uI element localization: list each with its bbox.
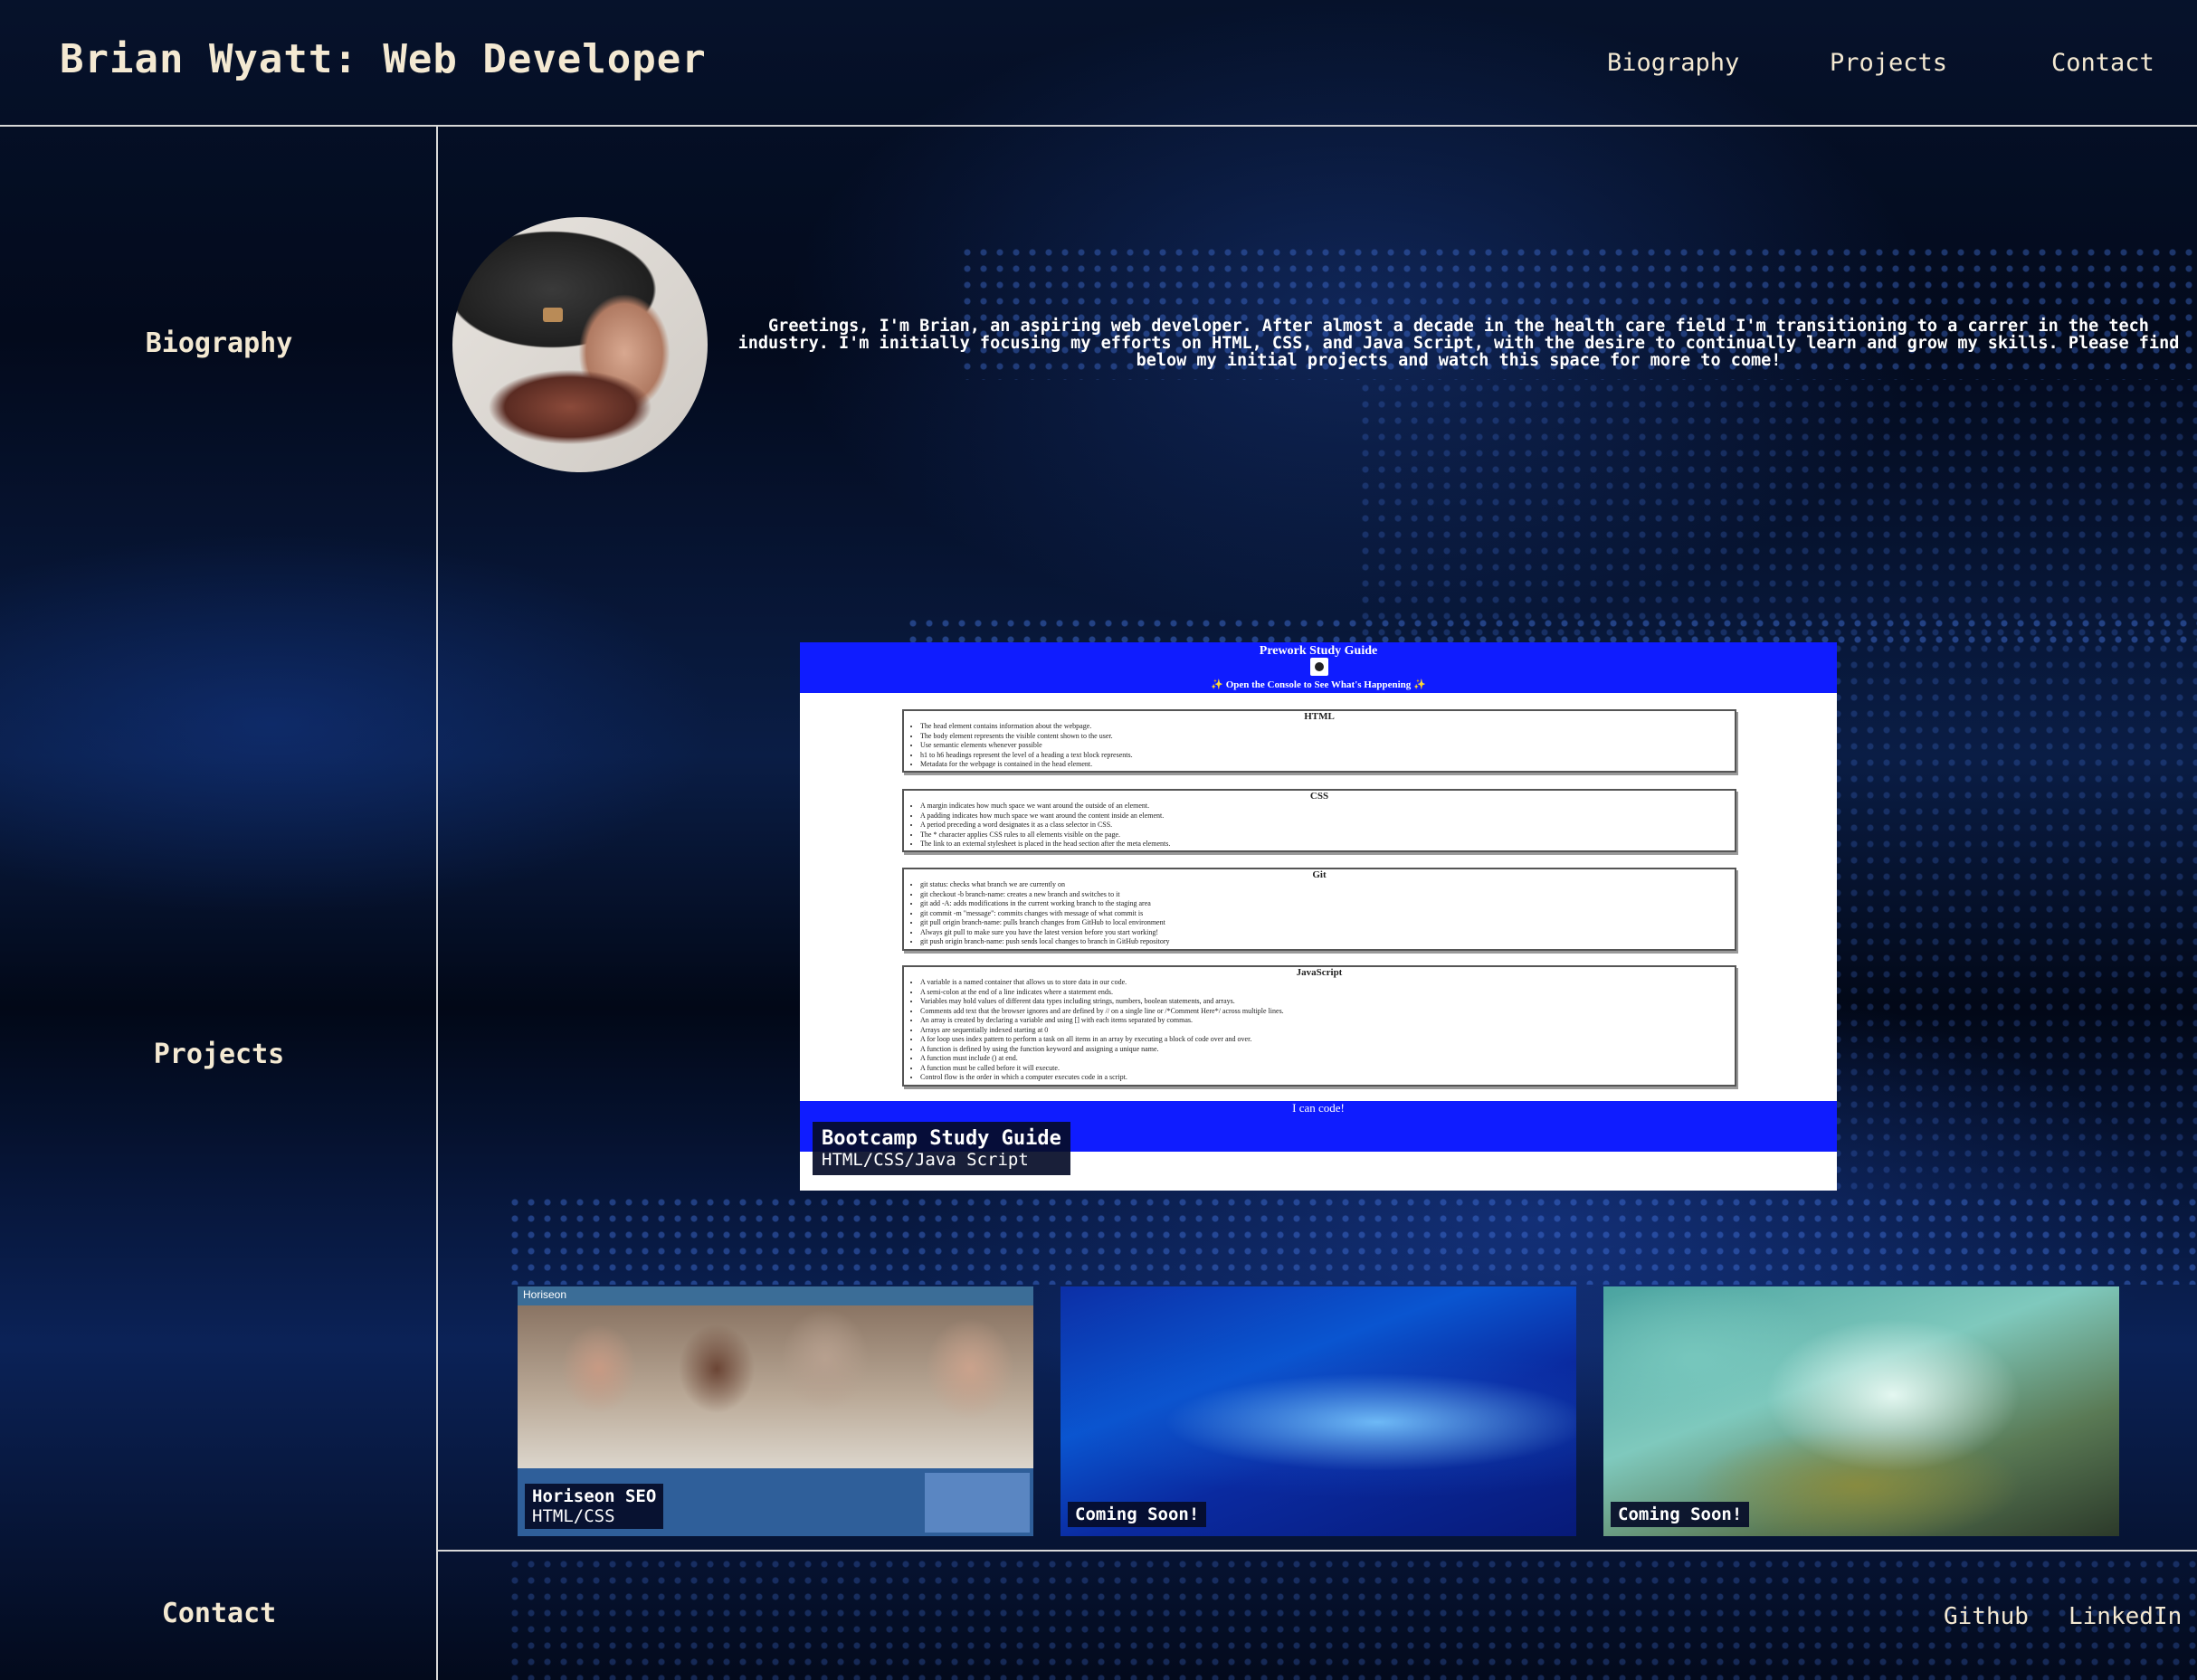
footer-divider [438,1550,2197,1552]
section-title: HTML [1304,711,1335,722]
list-item: A margin indicates how much space we wan… [920,802,1735,812]
nav-link-biography[interactable]: Biography [1607,49,1739,77]
featured-project-card[interactable]: Prework Study Guide ✨ Open the Console t… [800,642,1837,1191]
project-title: Bootcamp Study Guide [822,1127,1061,1150]
section-list: A margin indicates how much space we wan… [904,802,1735,849]
list-item: A semi-colon at the end of a line indica… [920,988,1735,998]
section-list: A variable is a named container that all… [904,978,1735,1083]
list-item: git status: checks what branch we are cu… [920,880,1735,890]
site-title: Brian Wyatt: Web Developer [60,36,707,82]
list-item: A for loop uses index pattern to perform… [920,1035,1735,1045]
section-title: Git [1312,869,1327,880]
list-item: Control flow is the order in which a com… [920,1073,1735,1083]
study-section-git: Git git status: checks what branch we ar… [902,868,1736,951]
sidebar-item-biography[interactable]: Biography [0,327,438,359]
project-caption: Coming Soon! [1068,1502,1207,1527]
section-list: git status: checks what branch we are cu… [904,880,1735,947]
nav-link-projects[interactable]: Projects [1830,49,1947,77]
list-item: git add -A: adds modifications in the cu… [920,899,1735,909]
horiseon-brand: Horiseon [523,1288,567,1301]
list-item: Metadata for the webpage is contained in… [920,760,1735,770]
section-title: CSS [1309,791,1329,802]
list-item: git push origin branch-name: push sends … [920,937,1735,947]
bio-text: Greetings, I'm Brian, an aspiring web de… [737,317,2180,370]
github-link[interactable]: Github [1944,1603,2029,1630]
list-item: git checkout -b branch-name: creates a n… [920,890,1735,900]
study-section-html: HTML The head element contains informati… [902,709,1736,773]
list-item: Variables may hold values of different d… [920,997,1735,1007]
sidebar-item-projects[interactable]: Projects [0,1039,438,1070]
list-item: h1 to h6 headings represent the level of… [920,751,1735,761]
section-list: The head element contains information ab… [904,722,1735,770]
project-thumbnail [518,1305,1033,1468]
background-pattern [507,1194,2197,1285]
project-card-horiseon[interactable]: Horiseon Horiseon SEO HTML/CSS [518,1286,1033,1536]
linkedin-link[interactable]: LinkedIn [2069,1603,2182,1630]
study-section-css: CSS A margin indicates how much space we… [902,789,1736,852]
list-item: Comments add text that the browser ignor… [920,1007,1735,1017]
study-guide-logo-icon [1310,658,1328,676]
list-item: git pull origin branch-name: pulls branc… [920,918,1735,928]
study-guide-subheading: ✨ Open the Console to See What's Happeni… [1211,679,1426,690]
project-subtitle: HTML/CSS/Java Script [822,1150,1029,1170]
nav-link-contact[interactable]: Contact [2051,49,2154,77]
project-caption: Bootcamp Study Guide HTML/CSS/Java Scrip… [813,1122,1070,1175]
list-item: The body element represents the visible … [920,732,1735,742]
list-item: A function is defined by using the funct… [920,1045,1735,1055]
site-header: Brian Wyatt: Web Developer Biography Pro… [0,0,2197,127]
project-caption: Coming Soon! [1611,1502,1750,1527]
project-card-coming-soon-1[interactable]: Coming Soon! [1060,1286,1576,1536]
list-item: Arrays are sequentially indexed starting… [920,1026,1735,1036]
sidebar: Biography Projects Contact [0,127,438,1680]
list-item: Always git pull to make sure you have th… [920,928,1735,938]
study-guide-heading: Prework Study Guide [1259,644,1378,658]
list-item: The * character applies CSS rules to all… [920,831,1735,840]
list-item: Use semantic elements whenever possible [920,741,1735,751]
list-item: A function must be called before it will… [920,1064,1735,1074]
profile-photo [452,217,708,472]
list-item: A variable is a named container that all… [920,978,1735,988]
thumbnail-panel [925,1473,1030,1533]
project-subtitle: HTML/CSS [532,1506,615,1526]
list-item: git commit -m "message": commits changes… [920,909,1735,919]
project-card-coming-soon-2[interactable]: Coming Soon! [1603,1286,2119,1536]
study-guide-header: Prework Study Guide ✨ Open the Console t… [800,642,1837,693]
list-item: A function must include () at end. [920,1054,1735,1064]
list-item: The head element contains information ab… [920,722,1735,732]
list-item: A period preceding a word designates it … [920,821,1735,831]
study-section-javascript: JavaScript A variable is a named contain… [902,965,1736,1087]
list-item: An array is created by declaring a varia… [920,1016,1735,1026]
list-item: The link to an external stylesheet is pl… [920,840,1735,849]
sidebar-item-contact[interactable]: Contact [0,1598,438,1629]
project-caption: Horiseon SEO HTML/CSS [525,1484,664,1529]
section-title: JavaScript [1296,967,1343,978]
list-item: A padding indicates how much space we wa… [920,812,1735,821]
project-title: Horiseon SEO [532,1486,657,1506]
